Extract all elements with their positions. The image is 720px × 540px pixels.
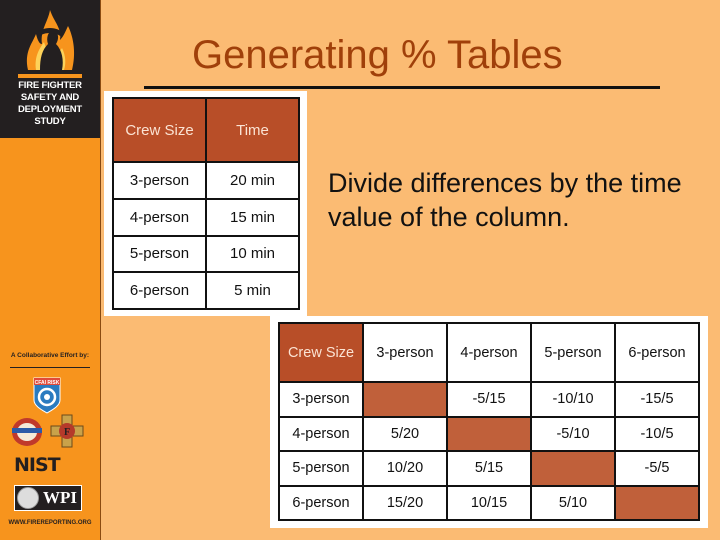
- value-cell: 10/15: [446, 484, 532, 521]
- value-cell: -10/10: [530, 381, 616, 418]
- table-row: 3-person -5/15 -10/10 -15/5: [278, 381, 700, 418]
- nist-logo: NIST: [14, 454, 61, 476]
- title-underline: [144, 86, 660, 89]
- crew-size-cell: 6-person: [112, 271, 207, 310]
- value-cell: -5/10: [530, 415, 616, 452]
- time-table: Crew Size Time 3-person 20 min 4-person …: [112, 97, 300, 310]
- value-cell: -10/5: [614, 415, 700, 452]
- table-header-row: Crew Size Time: [112, 97, 300, 163]
- header-cell: Crew Size: [278, 322, 364, 383]
- website-url: WWW.FIREREPORTING.ORG: [8, 520, 92, 526]
- value-cell: 5/10: [530, 484, 616, 521]
- study-title-line: STUDY: [34, 116, 66, 127]
- row-label-cell: 5-person: [278, 450, 364, 487]
- diagonal-cell: [530, 450, 616, 487]
- table-row: 5-person 10 min: [112, 234, 300, 274]
- time-cell: 10 min: [205, 234, 300, 274]
- pct-table: Crew Size 3-person 4-person 5-person 6-p…: [278, 322, 700, 521]
- flame-firefighter-icon: [26, 10, 75, 70]
- value-cell: 5/15: [446, 450, 532, 487]
- crew-size-cell: 4-person: [112, 197, 207, 237]
- table-row: 6-person 5 min: [112, 271, 300, 310]
- header-cell: Crew Size: [112, 97, 207, 163]
- diagonal-cell: [362, 381, 448, 418]
- time-cell: 20 min: [205, 161, 300, 200]
- table-row: 4-person 15 min: [112, 197, 300, 237]
- table-row: 4-person 5/20 -5/10 -10/5: [278, 415, 700, 452]
- pct-table-frame: Crew Size 3-person 4-person 5-person 6-p…: [270, 316, 708, 528]
- crew-size-cell: 5-person: [112, 234, 207, 274]
- table-header-row: Crew Size 3-person 4-person 5-person 6-p…: [278, 322, 700, 383]
- slide-title: Generating % Tables: [192, 33, 563, 77]
- table-row: 5-person 10/20 5/15 -5/5: [278, 450, 700, 487]
- diagonal-cell: [446, 415, 532, 452]
- wpi-seal-icon: [17, 487, 39, 509]
- iafc-seal-logo-icon: [12, 418, 42, 446]
- header-cell: 4-person: [446, 322, 532, 383]
- slide-body-text: Divide differences by the time value of …: [328, 168, 682, 232]
- study-title-line: SAFETY AND: [20, 92, 80, 103]
- svg-text:F: F: [64, 427, 70, 438]
- header-cell: 6-person: [614, 322, 700, 383]
- header-cell: 5-person: [530, 322, 616, 383]
- diagonal-cell: [614, 484, 700, 521]
- sidebar: FIRE FIGHTER SAFETY AND DEPLOYMENT STUDY…: [0, 0, 101, 540]
- time-cell: 15 min: [205, 197, 300, 237]
- table-row: 6-person 15/20 10/15 5/10: [278, 484, 700, 521]
- value-cell: 10/20: [362, 450, 448, 487]
- value-cell: 5/20: [362, 415, 448, 452]
- time-cell: 5 min: [205, 271, 300, 310]
- value-cell: -5/5: [614, 450, 700, 487]
- header-cell: 3-person: [362, 322, 448, 383]
- svg-text:CFAI RISK: CFAI RISK: [35, 380, 60, 386]
- collab-label: A Collaborative Effort by:: [10, 352, 90, 359]
- value-cell: -5/15: [446, 381, 532, 418]
- cfai-risk-logo-icon: CFAI RISK: [33, 377, 61, 414]
- study-title-line: DEPLOYMENT: [18, 104, 82, 115]
- wpi-text: WPI: [43, 488, 77, 507]
- wpi-logo: WPI: [14, 485, 82, 511]
- row-label-cell: 4-person: [278, 415, 364, 452]
- collab-divider: [10, 367, 90, 368]
- header-cell: Time: [205, 97, 300, 163]
- study-title-line: FIRE FIGHTER: [18, 80, 82, 91]
- value-cell: -15/5: [614, 381, 700, 418]
- value-cell: 15/20: [362, 484, 448, 521]
- row-label-cell: 6-person: [278, 484, 364, 521]
- time-table-frame: Crew Size Time 3-person 20 min 4-person …: [104, 91, 307, 316]
- row-label-cell: 3-person: [278, 381, 364, 418]
- table-row: 3-person 20 min: [112, 161, 300, 200]
- crew-size-cell: 3-person: [112, 161, 207, 200]
- iaff-logo-icon: F: [50, 414, 84, 448]
- study-logo: FIRE FIGHTER SAFETY AND DEPLOYMENT STUDY: [0, 0, 100, 138]
- study-title: FIRE FIGHTER SAFETY AND DEPLOYMENT STUDY: [0, 80, 100, 128]
- logo-divider: [18, 74, 82, 78]
